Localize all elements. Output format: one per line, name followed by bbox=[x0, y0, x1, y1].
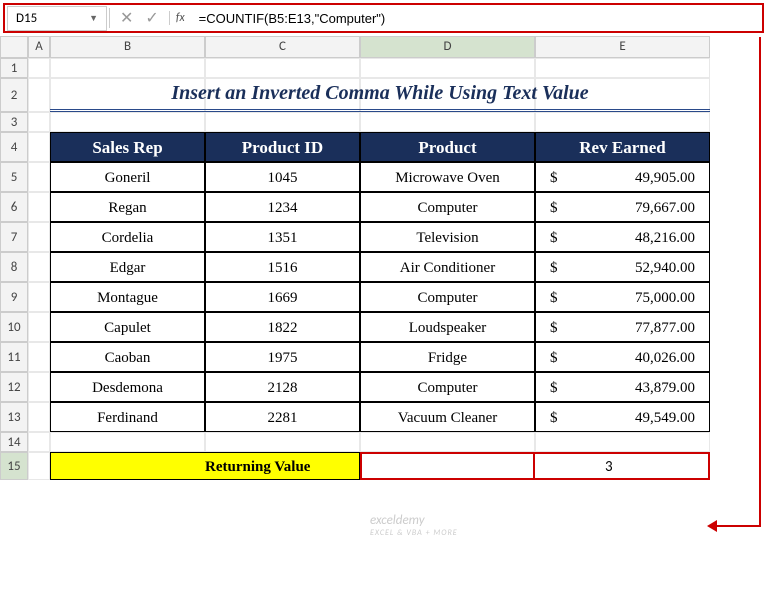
table-cell[interactable]: Microwave Oven bbox=[360, 162, 535, 192]
table-cell[interactable]: Computer bbox=[360, 192, 535, 222]
row-header[interactable]: 11 bbox=[0, 342, 28, 372]
table-cell[interactable]: Computer bbox=[360, 372, 535, 402]
returning-label[interactable] bbox=[50, 452, 205, 480]
row-header[interactable]: 9 bbox=[0, 282, 28, 312]
table-cell[interactable]: 40,026.00 bbox=[535, 342, 710, 372]
formula-input[interactable] bbox=[191, 7, 762, 30]
chevron-down-icon[interactable]: ▼ bbox=[89, 13, 98, 24]
arrow-head-icon bbox=[707, 520, 717, 532]
table-cell[interactable]: Cordelia bbox=[50, 222, 205, 252]
row-header[interactable]: 14 bbox=[0, 432, 28, 452]
table-cell[interactable]: 43,879.00 bbox=[535, 372, 710, 402]
formula-bar-icons: ✕ ✓ bbox=[110, 8, 169, 28]
row-header[interactable]: 13 bbox=[0, 402, 28, 432]
col-header-D[interactable]: D bbox=[360, 36, 535, 58]
table-header: Product ID bbox=[205, 132, 360, 162]
table-cell[interactable]: 77,877.00 bbox=[535, 312, 710, 342]
returning-value-cell[interactable] bbox=[360, 452, 535, 480]
row-header[interactable]: 10 bbox=[0, 312, 28, 342]
spreadsheet-grid[interactable]: A B C D E 1 2 3 4 Sales Rep Product ID P… bbox=[0, 36, 767, 480]
table-header: Rev Earned bbox=[535, 132, 710, 162]
table-cell[interactable]: 1975 bbox=[205, 342, 360, 372]
table-cell[interactable]: 2128 bbox=[205, 372, 360, 402]
table-header: Product bbox=[360, 132, 535, 162]
table-cell[interactable]: Goneril bbox=[50, 162, 205, 192]
row-header[interactable]: 7 bbox=[0, 222, 28, 252]
enter-icon[interactable]: ✓ bbox=[145, 8, 158, 28]
row-header[interactable]: 4 bbox=[0, 132, 28, 162]
cancel-icon[interactable]: ✕ bbox=[120, 8, 133, 28]
table-cell[interactable]: Edgar bbox=[50, 252, 205, 282]
row-header[interactable]: 8 bbox=[0, 252, 28, 282]
table-cell[interactable]: 1822 bbox=[205, 312, 360, 342]
table-cell[interactable]: 1045 bbox=[205, 162, 360, 192]
table-cell[interactable]: Ferdinand bbox=[50, 402, 205, 432]
table-cell[interactable]: 1351 bbox=[205, 222, 360, 252]
returning-label-text[interactable]: Returning Value bbox=[205, 452, 360, 480]
table-cell[interactable]: 79,667.00 bbox=[535, 192, 710, 222]
row-header[interactable]: 12 bbox=[0, 372, 28, 402]
annotation-arrow bbox=[759, 37, 761, 527]
row-header[interactable]: 2 bbox=[0, 78, 28, 112]
row-header[interactable]: 3 bbox=[0, 112, 28, 132]
table-cell[interactable]: 52,940.00 bbox=[535, 252, 710, 282]
table-cell[interactable]: Regan bbox=[50, 192, 205, 222]
watermark: exceldemy EXCEL & VBA + MORE bbox=[370, 513, 458, 538]
table-cell[interactable]: Fridge bbox=[360, 342, 535, 372]
row-header[interactable]: 6 bbox=[0, 192, 28, 222]
formula-bar: D15 ▼ ✕ ✓ fx bbox=[3, 3, 764, 33]
row-header[interactable]: 15 bbox=[0, 452, 28, 480]
col-header-A[interactable]: A bbox=[28, 36, 50, 58]
name-box[interactable]: D15 ▼ bbox=[7, 6, 107, 31]
page-title: Insert an Inverted Comma While Using Tex… bbox=[50, 78, 710, 112]
table-cell[interactable]: Loudspeaker bbox=[360, 312, 535, 342]
table-cell[interactable]: Television bbox=[360, 222, 535, 252]
table-cell[interactable]: 1669 bbox=[205, 282, 360, 312]
select-all-corner[interactable] bbox=[0, 36, 28, 58]
fx-icon[interactable]: fx bbox=[169, 11, 191, 25]
table-cell[interactable]: 1234 bbox=[205, 192, 360, 222]
col-header-E[interactable]: E bbox=[535, 36, 710, 58]
table-header: Sales Rep bbox=[50, 132, 205, 162]
annotation-arrow bbox=[713, 525, 761, 527]
row-header[interactable]: 5 bbox=[0, 162, 28, 192]
row-header[interactable]: 1 bbox=[0, 58, 28, 78]
col-header-B[interactable]: B bbox=[50, 36, 205, 58]
column-headers: A B C D E bbox=[0, 36, 767, 58]
table-cell[interactable]: 49,549.00 bbox=[535, 402, 710, 432]
table-cell[interactable]: 2281 bbox=[205, 402, 360, 432]
table-cell[interactable]: Montague bbox=[50, 282, 205, 312]
table-cell[interactable]: 49,905.00 bbox=[535, 162, 710, 192]
col-header-C[interactable]: C bbox=[205, 36, 360, 58]
name-box-value: D15 bbox=[16, 11, 37, 26]
table-cell[interactable]: Caoban bbox=[50, 342, 205, 372]
table-cell[interactable]: Desdemona bbox=[50, 372, 205, 402]
table-cell[interactable]: 48,216.00 bbox=[535, 222, 710, 252]
returning-value[interactable]: 3 bbox=[535, 452, 710, 480]
table-cell[interactable]: Capulet bbox=[50, 312, 205, 342]
table-cell[interactable]: Vacuum Cleaner bbox=[360, 402, 535, 432]
table-cell[interactable]: 75,000.00 bbox=[535, 282, 710, 312]
table-cell[interactable]: Air Conditioner bbox=[360, 252, 535, 282]
table-cell[interactable]: 1516 bbox=[205, 252, 360, 282]
table-cell[interactable]: Computer bbox=[360, 282, 535, 312]
